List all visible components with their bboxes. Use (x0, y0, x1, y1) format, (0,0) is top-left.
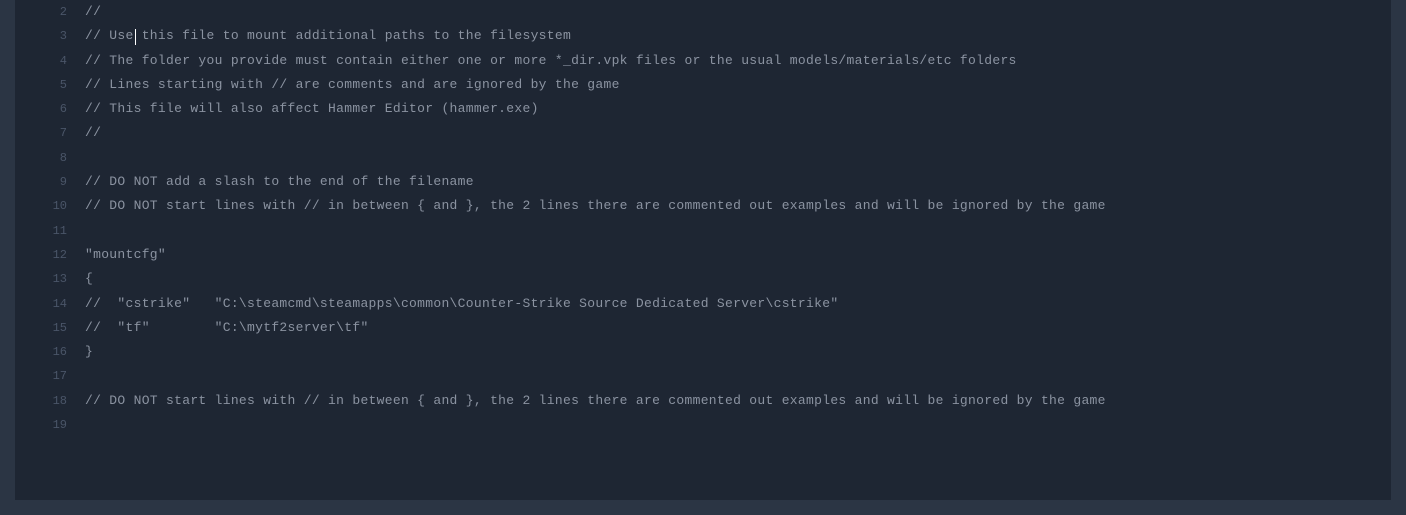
code-line[interactable] (85, 413, 1391, 437)
line-number: 10 (15, 194, 85, 218)
code-editor[interactable]: 2345678910111213141516171819 //// Use th… (15, 0, 1391, 500)
text-cursor (135, 29, 136, 45)
code-line[interactable]: // "tf" "C:\mytf2server\tf" (85, 316, 1391, 340)
line-number: 12 (15, 243, 85, 267)
line-number: 18 (15, 389, 85, 413)
code-line[interactable]: // DO NOT start lines with // in between… (85, 194, 1391, 218)
line-number: 16 (15, 340, 85, 364)
code-line[interactable]: // (85, 0, 1391, 24)
code-line[interactable]: // Use this file to mount additional pat… (85, 24, 1391, 48)
line-number: 3 (15, 24, 85, 48)
code-line[interactable]: } (85, 340, 1391, 364)
line-number: 11 (15, 219, 85, 243)
code-line[interactable]: // DO NOT add a slash to the end of the … (85, 170, 1391, 194)
code-line[interactable]: // Lines starting with // are comments a… (85, 73, 1391, 97)
code-line[interactable]: // "cstrike" "C:\steamcmd\steamapps\comm… (85, 292, 1391, 316)
line-number: 7 (15, 121, 85, 145)
code-line[interactable]: { (85, 267, 1391, 291)
line-number-gutter: 2345678910111213141516171819 (15, 0, 85, 500)
code-line[interactable]: // DO NOT start lines with // in between… (85, 389, 1391, 413)
code-line[interactable]: "mountcfg" (85, 243, 1391, 267)
line-number: 17 (15, 364, 85, 388)
code-line[interactable] (85, 364, 1391, 388)
line-number: 14 (15, 292, 85, 316)
code-content-area[interactable]: //// Use this file to mount additional p… (85, 0, 1391, 500)
line-number: 19 (15, 413, 85, 437)
line-number: 2 (15, 0, 85, 24)
code-line[interactable]: // The folder you provide must contain e… (85, 49, 1391, 73)
line-number: 15 (15, 316, 85, 340)
line-number: 5 (15, 73, 85, 97)
line-number: 6 (15, 97, 85, 121)
line-number: 13 (15, 267, 85, 291)
code-line[interactable] (85, 146, 1391, 170)
code-line[interactable] (85, 219, 1391, 243)
line-number: 8 (15, 146, 85, 170)
code-line[interactable]: // This file will also affect Hammer Edi… (85, 97, 1391, 121)
line-number: 9 (15, 170, 85, 194)
line-number: 4 (15, 49, 85, 73)
code-line[interactable]: // (85, 121, 1391, 145)
